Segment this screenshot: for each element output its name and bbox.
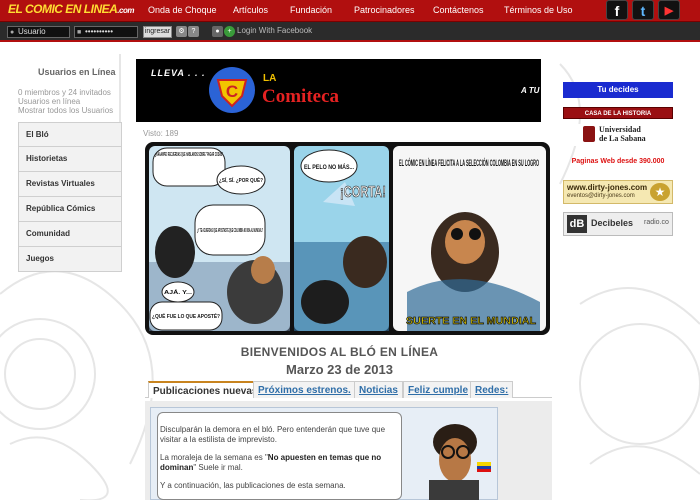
sidebar-menu: El Bló Historietas Revistas Virtuales Re… [18,122,122,272]
banner-name: Comiteca [262,86,340,107]
facebook-icon[interactable]: f [606,0,628,20]
username-field[interactable]: ● Usuario [7,26,70,38]
panel1-bubble-1: ¿AAAAMPE! RECUERDAS QUE HABLAMOS SOBRE "… [155,152,223,158]
sidebar-item-comunidad[interactable]: Comunidad [18,222,122,247]
post-paragraph-2: La moraleja de la semana es "No apuesten… [160,453,382,472]
post-paragraph-1: Disculparán la demora en el bló. Pero en… [160,425,386,444]
sidebar-item-historietas[interactable]: Historietas [18,147,122,172]
panel1-bubble-2: ¿SÍ, SÍ. ¿POR QUÉ? [219,176,263,184]
comiteca-banner[interactable]: LLEVA . . . C LA Comiteca A TU [136,59,541,122]
panel3-caption: EL CÓMIC EN LÍNEA FELICITA A LA SELECCIÓ… [399,157,539,168]
ingresar-button[interactable]: ingresar [143,26,172,38]
ad-tu-decides[interactable]: Tu decides [563,82,673,98]
password-value: •••••••••• [85,27,114,36]
post-paragraph-3: Y a continuación, las publicaciones de e… [160,481,346,490]
twitter-icon[interactable]: t [632,0,654,20]
banner-tail: A TU [521,86,540,95]
nav-fundacion[interactable]: Fundación [290,5,332,15]
online-users-label: Usuarios en línea [18,97,81,106]
panel2-bubble: EL PELO NO MÁS... [304,164,354,171]
banner-la: LA [263,73,277,84]
login-bar: ● Usuario ■ •••••••••• ingresar ⚙ ? ● + … [0,22,700,42]
online-users-title: Usuarios en Línea [38,67,116,77]
lock-icon: ■ [77,29,82,36]
content-tabs: Publicaciones nuevas Próximos estrenos. … [145,379,552,398]
tab-publicaciones-nuevas[interactable]: Publicaciones nuevas [148,381,263,398]
sheriff-star-icon: ★ [650,183,670,201]
view-count: Visto: 189 [143,129,179,138]
user-icon: ● [10,29,15,36]
ad-casa-de-la-historia[interactable]: CASA DE LA HISTORIA [563,107,673,119]
settings-icon[interactable]: ⚙ [176,26,187,37]
top-navigation-bar: EL COMIC EN LINEA.com Onda de Choque Art… [0,0,700,22]
shield-letter: C [226,82,238,101]
comiteca-shield-icon: C [209,67,255,113]
tab-proximos-estrenos[interactable]: Próximos estrenos. [253,381,356,398]
ad-decibeles-radio[interactable]: dB Decibeles radio.co [563,212,673,236]
nav-articulos[interactable]: Artículos [233,5,268,15]
decibeles-logo-icon: dB [567,215,587,233]
comic-strip[interactable]: ¿AAAAMPE! RECUERDAS QUE HABLAMOS SOBRE "… [145,142,550,335]
nav-patrocinadores[interactable]: Patrocinadores [354,5,415,15]
add-icon[interactable]: + [224,26,235,37]
tab-noticias[interactable]: Noticias [354,381,403,398]
panel1-bubble-5: ¿QUÉ FUE LO QUE APOSTÉ? [152,312,220,320]
ad-dirty-jones[interactable]: www.dirty-jones.com eventos@dirty-jones.… [563,180,673,204]
nav-onda-de-choque[interactable]: Onda de Choque [148,5,217,15]
panel1-bubble-3: ¿Y TE ACUERDAS QUE APOSTASTE QUE COLOMBI… [197,228,263,234]
page-date: Marzo 23 de 2013 [286,362,393,377]
sidebar-item-el-blo[interactable]: El Bló [18,122,122,147]
nav-terminos-de-uso[interactable]: Términos de Uso [504,5,573,15]
site-logo[interactable]: EL COMIC EN LINEA.com [8,2,134,16]
ad-universidad-sabana[interactable]: Universidad de La Sabana [563,124,673,146]
author-caricature-image [429,424,491,500]
register-user-icon[interactable]: ● [212,26,223,37]
password-field[interactable]: ■ •••••••••• [74,26,138,38]
username-value: Usuario [18,27,46,36]
panel1-bubble-4: AJÁ. Y... [164,289,193,296]
tab-feliz-cumple[interactable]: Feliz cumple [403,381,474,398]
ad-paginas-web[interactable]: Paginas Web desde 390.000 [563,158,673,170]
help-icon[interactable]: ? [188,26,199,37]
tab-redes[interactable]: Redes: [470,381,514,398]
youtube-icon[interactable]: ▶ [658,0,680,20]
page-title: BIENVENIDOS AL BLÓ EN LÍNEA [240,345,439,359]
sidebar-item-juegos[interactable]: Juegos [18,247,122,272]
banner-lead: LLEVA . . . [151,68,206,78]
facebook-login-link[interactable]: Login With Facebook [237,26,312,35]
panel3-suerte: SUERTE EN EL MUNDIAL [406,316,536,327]
nav-contactenos[interactable]: Contáctenos [433,5,484,15]
sidebar-item-revistas-virtuales[interactable]: Revistas Virtuales [18,172,122,197]
sabana-crest-icon [583,126,595,142]
panel2-sound-effect: ¡CORTA! [340,184,386,201]
sidebar-item-republica-comics[interactable]: República Cómics [18,197,122,222]
online-users-count: 0 miembros y 24 invitados [18,88,111,97]
show-all-users-link[interactable]: Mostrar todos los Usuarios [18,106,113,115]
